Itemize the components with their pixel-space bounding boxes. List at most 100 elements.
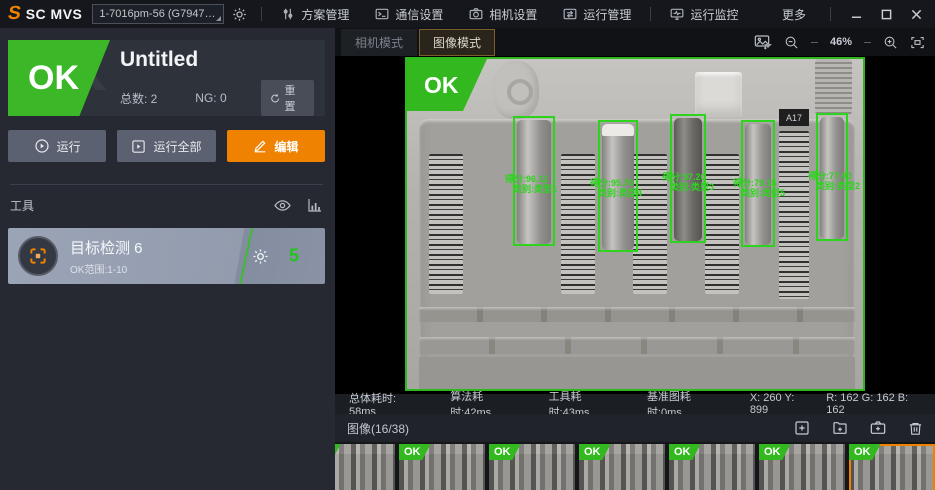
reset-button[interactable]: 重置	[261, 80, 314, 116]
detection-box: 得分:95.70 类别:类型4	[598, 120, 638, 252]
minimize-icon	[851, 9, 862, 20]
detection-score: 得分:97.20	[662, 172, 706, 182]
image-display-button[interactable]	[754, 34, 772, 50]
zoom-dash	[811, 42, 818, 43]
plus-square-icon	[794, 420, 810, 436]
thumbnail-status-badge: OK	[759, 444, 791, 460]
device-dropdown[interactable]: 1-7016pm-56 (G7947…	[92, 4, 224, 24]
main-area: 相机模式 图像模式 46%	[335, 28, 935, 490]
menu-camera-settings[interactable]: 相机设置	[456, 0, 550, 28]
menu-solution-management[interactable]: 方案管理	[268, 0, 362, 28]
detection-score: 得分:96.11	[505, 174, 548, 184]
close-button[interactable]	[905, 4, 927, 24]
rack-rail	[419, 307, 855, 322]
histogram-icon	[307, 197, 323, 213]
terminal-icon	[375, 7, 389, 21]
thumbnail[interactable]: OK	[579, 444, 665, 490]
view-toolbar: 46%	[754, 34, 935, 50]
fit-view-button[interactable]	[910, 35, 925, 50]
detection-score: 得分:79.15	[733, 178, 777, 188]
menu-run-management[interactable]: 运行管理	[550, 0, 644, 28]
flip-cap-vial	[493, 61, 539, 119]
device-settings-button[interactable]	[232, 7, 247, 22]
image-status-text: OK	[424, 72, 459, 99]
menu-item-label: 运行监控	[690, 6, 738, 23]
thumbnail[interactable]: OK	[669, 444, 755, 490]
add-image-button[interactable]	[794, 420, 810, 436]
sliders-icon	[281, 7, 295, 21]
tool-name: 目标检测 6	[70, 237, 143, 258]
thumbnail-selected[interactable]: OK	[849, 444, 935, 490]
gallery-count: 图像(16/38)	[347, 420, 409, 437]
solution-info: Untitled 总数: 2 NG: 0 重置	[110, 40, 325, 116]
titlebar-separator	[650, 7, 651, 21]
titlebar-right: 更多	[772, 4, 927, 24]
barcode-strip	[429, 154, 463, 294]
minimize-button[interactable]	[845, 4, 867, 24]
delete-image-button[interactable]	[908, 421, 923, 436]
reset-icon	[270, 93, 280, 104]
visibility-toggle[interactable]	[274, 197, 291, 214]
add-folder-button[interactable]	[832, 420, 848, 436]
status-badge-text: OK	[28, 59, 79, 98]
capture-image-button[interactable]	[870, 420, 886, 436]
tool-card-target-detection[interactable]: 目标检测 6 OK范围:1-10 5	[8, 228, 325, 284]
detection-box: 得分:97.20 类别:类型3	[670, 114, 706, 243]
zoom-in-button[interactable]	[883, 35, 898, 50]
statistics-button[interactable]	[307, 197, 323, 214]
menu-run-monitoring[interactable]: 运行监控	[657, 0, 751, 28]
tab-camera-mode[interactable]: 相机模式	[341, 29, 417, 56]
thumbnail[interactable]: OK	[759, 444, 845, 490]
thumbnail[interactable]: OK	[335, 444, 395, 490]
caret-down-icon	[764, 44, 772, 48]
run-manage-icon	[563, 7, 577, 21]
ribbed-cap-tube	[815, 59, 852, 115]
detection-score: 得分:77.00	[808, 171, 852, 181]
barcode-strip	[779, 131, 809, 299]
gear-icon	[232, 7, 247, 22]
camera-icon	[469, 7, 483, 21]
run-all-button[interactable]: 运行全部	[117, 130, 215, 162]
detection-class: 类别:类型1	[513, 184, 595, 194]
menu-item-label: 运行管理	[583, 6, 631, 23]
camera-plus-icon	[870, 420, 886, 436]
tools-header-label: 工具	[10, 197, 34, 214]
edit-button[interactable]: 编辑	[227, 130, 325, 162]
more-button[interactable]: 更多	[772, 6, 816, 23]
folder-plus-icon	[832, 420, 848, 436]
zoom-out-icon	[784, 35, 799, 50]
mode-tab-bar: 相机模式 图像模式 46%	[335, 28, 935, 56]
thumbnail-status-badge: OK	[849, 444, 881, 460]
zoom-out-button[interactable]	[784, 35, 799, 50]
titlebar-separator	[830, 7, 831, 21]
panel-divider	[10, 184, 323, 185]
logo-icon: S	[6, 3, 23, 25]
tool-settings-button[interactable]	[252, 248, 269, 265]
zoom-dash	[864, 42, 871, 43]
maximize-button[interactable]	[875, 4, 897, 24]
image-viewport[interactable]: OK A17	[335, 56, 935, 394]
gallery-toolbar: 图像(16/38)	[335, 414, 935, 442]
dropdown-corner-icon	[216, 16, 221, 21]
target-detect-icon	[28, 246, 48, 266]
inspection-image: OK A17	[405, 57, 865, 391]
thumbnail-status-badge: OK	[335, 444, 341, 460]
thumbnail[interactable]: OK	[489, 444, 575, 490]
solution-name: Untitled	[120, 48, 318, 72]
tab-image-mode[interactable]: 图像模式	[419, 29, 495, 56]
app-window: S SC MVS 1-7016pm-56 (G7947… 方案管理 通信设置 相…	[0, 0, 935, 490]
app-name: SC MVS	[26, 6, 83, 22]
menu-communication-settings[interactable]: 通信设置	[362, 0, 456, 28]
menu-item-label: 方案管理	[301, 6, 349, 23]
eye-icon	[274, 197, 291, 214]
run-button[interactable]: 运行	[8, 130, 106, 162]
maximize-icon	[881, 9, 892, 20]
device-dropdown-value: 1-7016pm-56 (G7947…	[99, 8, 215, 20]
pencil-icon	[253, 139, 267, 153]
tool-result-value: 5	[289, 246, 299, 267]
thumbnail-strip: OK OK OK OK OK OK OK	[335, 442, 935, 490]
thumbnail[interactable]: OK	[399, 444, 485, 490]
close-icon	[911, 9, 922, 20]
zoom-level: 46%	[830, 36, 852, 48]
run-button-label: 运行	[57, 138, 81, 155]
